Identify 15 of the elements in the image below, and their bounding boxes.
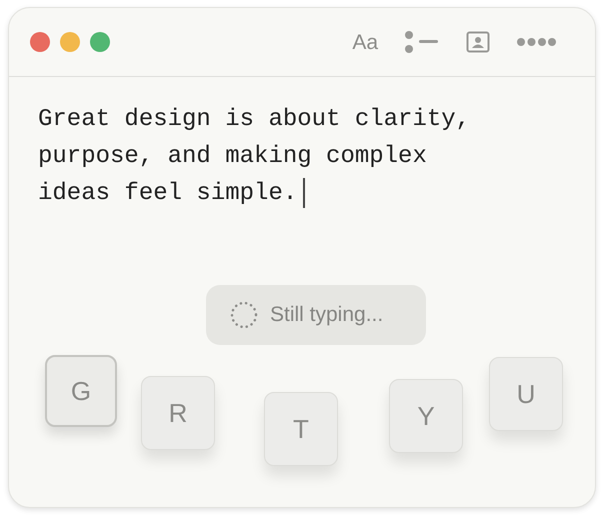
keyboard-key[interactable]: Y [389, 379, 463, 453]
document-text[interactable]: Great design is about clarity, purpose, and making complex ideas feel simple. [38, 101, 483, 212]
font-button[interactable]: Aa [352, 32, 378, 52]
keyboard-key[interactable]: R [141, 376, 215, 450]
status-label: Still typing... [270, 302, 384, 328]
keyboard-key[interactable]: G [45, 355, 117, 427]
keyboard-key[interactable]: U [489, 357, 563, 431]
minimize-button[interactable] [60, 32, 80, 52]
maximize-button[interactable] [90, 32, 110, 52]
more-icon[interactable] [516, 37, 556, 47]
keyboard-key[interactable]: T [264, 392, 338, 466]
contact-card-icon[interactable] [466, 31, 490, 53]
close-button[interactable] [30, 32, 50, 52]
spinner-icon [230, 301, 258, 329]
list-icon[interactable] [404, 31, 440, 53]
